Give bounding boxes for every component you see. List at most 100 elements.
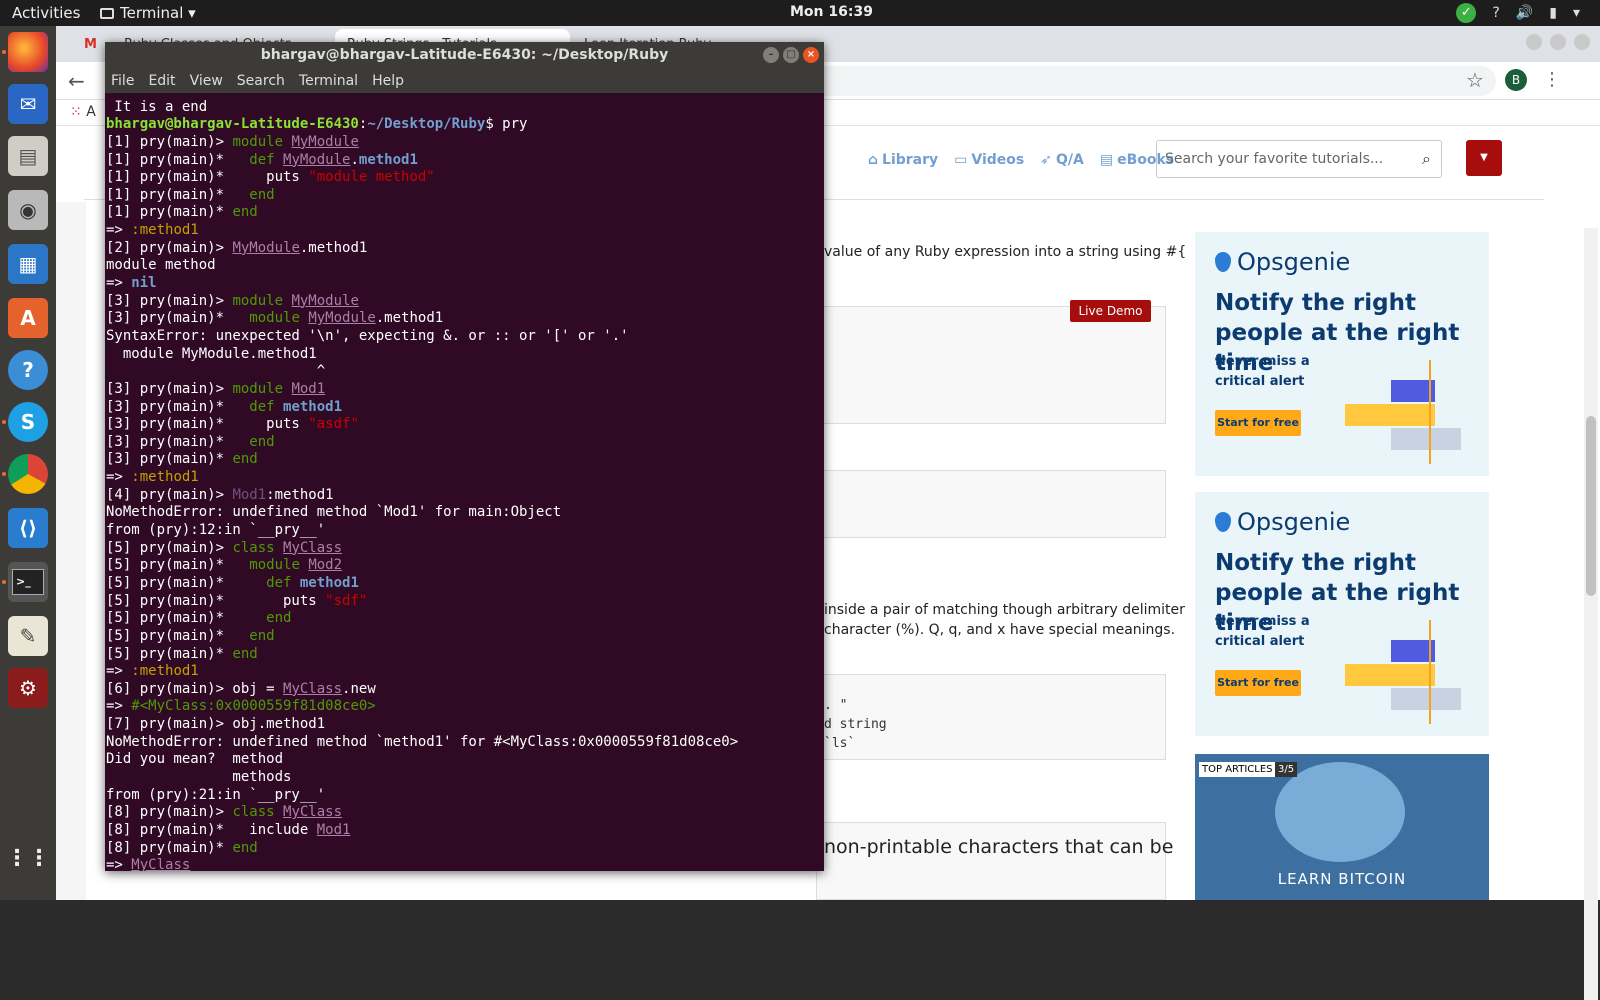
terminal-line: [3] pry(main)* puts "asdf" xyxy=(106,416,359,433)
running-indicator xyxy=(2,420,6,424)
system-tray[interactable]: ✓ ? 🔊 ▮ ▾ xyxy=(1456,3,1580,23)
running-indicator xyxy=(2,472,6,476)
settings-tool-icon[interactable]: ⚙ xyxy=(8,668,48,708)
minimize-button[interactable] xyxy=(1526,34,1542,50)
ad-text: LEARN BITCOIN xyxy=(1277,870,1407,888)
files-icon[interactable]: ▤ xyxy=(8,136,48,176)
maximize-button[interactable] xyxy=(1550,34,1566,50)
library-icon: ⌂ xyxy=(868,152,879,168)
menu-view[interactable]: View xyxy=(190,73,223,89)
video-icon: ▭ xyxy=(954,152,968,168)
app-menu[interactable]: Terminal ▾ xyxy=(100,4,196,22)
avatar[interactable]: B xyxy=(1505,69,1527,91)
paragraph-text: non-printable characters that can be xyxy=(824,836,1174,858)
close-button[interactable] xyxy=(1574,34,1590,50)
paragraph-text: inside a pair of matching though arbitra… xyxy=(824,602,1185,618)
terminal-line: [8] pry(main)* include Mod1 xyxy=(106,821,351,838)
advertisement[interactable]: Opsgenie Notify the right people at the … xyxy=(1195,492,1489,736)
terminal-line: => :method1 xyxy=(106,663,199,680)
ad-graphic-block xyxy=(1391,688,1461,710)
terminal-titlebar[interactable]: bhargav@bhargav-Latitude-E6430: ~/Deskto… xyxy=(105,42,824,69)
chrome-icon[interactable] xyxy=(8,454,48,494)
scrollbar-thumb[interactable] xyxy=(1586,416,1596,596)
activities-button[interactable]: Activities xyxy=(12,4,80,22)
running-indicator xyxy=(2,580,6,584)
terminal-line: [5] pry(main)> class MyClass xyxy=(106,539,343,556)
bitcoin-advertisement[interactable]: TOP ARTICLES 3/5 LEARN BITCOIN xyxy=(1195,754,1489,900)
thunderbird-icon[interactable]: ✉ xyxy=(8,84,48,124)
running-indicator xyxy=(2,50,6,54)
close-button[interactable]: × xyxy=(803,47,819,63)
text-editor-icon[interactable]: ✎ xyxy=(8,616,48,656)
terminal-line: [5] pry(main)* end xyxy=(106,645,258,662)
terminal-line: [3] pry(main)* module MyModule.method1 xyxy=(106,310,444,327)
menu-help[interactable]: Help xyxy=(372,73,404,89)
firefox-icon[interactable] xyxy=(8,32,48,72)
apps-grid-icon[interactable]: ⁙ A xyxy=(70,104,96,120)
terminal-line: => nil xyxy=(106,275,157,292)
terminal-line: [1] pry(main)* end xyxy=(106,204,258,221)
system-menu-arrow-icon[interactable]: ▾ xyxy=(1573,5,1580,21)
help-icon[interactable]: ? xyxy=(1492,5,1499,21)
update-check-icon[interactable]: ✓ xyxy=(1456,3,1477,23)
vscode-icon[interactable]: ⟨⟩ xyxy=(8,508,48,548)
terminal-line: module MyModule.method1 xyxy=(106,345,317,362)
help-dock-icon[interactable]: ? xyxy=(8,350,48,390)
camera-icon[interactable]: ◉ xyxy=(8,190,48,230)
terminal-line: [8] pry(main)> class MyClass xyxy=(106,804,343,821)
clock[interactable]: Mon 16:39 xyxy=(790,4,873,20)
terminal-line: [1] pry(main)> module MyModule xyxy=(106,133,359,150)
menu-search[interactable]: Search xyxy=(237,73,285,89)
ad-subtext: Never miss a critical alert xyxy=(1215,614,1310,649)
search-input[interactable]: Search your favorite tutorials... ⌕ xyxy=(1156,140,1442,178)
bookmark-star-icon[interactable]: ☆ xyxy=(1466,68,1484,92)
ad-cta-button[interactable]: Start for free xyxy=(1215,670,1301,696)
terminal-line: [5] pry(main)* module Mod2 xyxy=(106,557,343,574)
software-center-icon[interactable]: A xyxy=(8,298,48,338)
live-demo-button[interactable]: Live Demo xyxy=(1070,300,1151,322)
page-scrollbar[interactable] xyxy=(1584,228,1598,1000)
article-counter: 3/5 xyxy=(1275,762,1298,777)
nav-qa[interactable]: ➶ Q/A xyxy=(1040,152,1084,168)
back-arrow-icon[interactable]: ← xyxy=(68,69,85,93)
ad-graphic-block xyxy=(1345,664,1435,686)
terminal-icon xyxy=(100,8,114,19)
terminal-line: [5] pry(main)* def method1 xyxy=(106,574,359,591)
terminal-line: => :method1 xyxy=(106,469,199,486)
ad-graphic-pole xyxy=(1429,360,1431,464)
terminal-dock-icon[interactable]: >_ xyxy=(8,562,48,602)
terminal-window[interactable]: bhargav@bhargav-Latitude-E6430: ~/Deskto… xyxy=(105,42,824,871)
writer-icon[interactable]: ▦ xyxy=(8,244,48,284)
menu-terminal[interactable]: Terminal xyxy=(299,73,358,89)
advertisement[interactable]: Opsgenie Notify the right people at the … xyxy=(1195,232,1489,476)
terminal-line: from (pry):21:in `__pry__' xyxy=(106,786,326,803)
top-articles-label: TOP ARTICLES xyxy=(1199,762,1276,777)
ad-cta-button[interactable]: Start for free xyxy=(1215,410,1301,436)
minimize-button[interactable]: – xyxy=(763,47,779,63)
terminal-line: [3] pry(main)* def method1 xyxy=(106,398,343,415)
paragraph-text: character (%). Q, q, and x have special … xyxy=(824,622,1176,638)
menu-file[interactable]: File xyxy=(111,73,134,89)
skype-icon[interactable]: S xyxy=(8,402,48,442)
terminal-line: [3] pry(main)* end xyxy=(106,451,258,468)
battery-icon[interactable]: ▮ xyxy=(1549,5,1557,21)
menu-edit[interactable]: Edit xyxy=(148,73,175,89)
paragraph-text: value of any Ruby expression into a stri… xyxy=(824,244,1187,260)
nav-library[interactable]: ⌂ Library xyxy=(868,152,938,168)
terminal-line: Did you mean? method xyxy=(106,751,284,768)
search-icon[interactable]: ⌕ xyxy=(1422,149,1431,169)
ad-brand: Opsgenie xyxy=(1215,508,1350,536)
browser-menu-icon[interactable]: ⋮ xyxy=(1543,69,1561,90)
terminal-line: [1] pry(main)* def MyModule.method1 xyxy=(106,151,418,168)
terminal-line: => :method1 xyxy=(106,222,199,239)
maximize-button[interactable]: □ xyxy=(783,47,799,63)
terminal-line: [7] pry(main)> obj.method1 xyxy=(106,716,326,733)
show-applications-icon[interactable]: ⋮⋮ xyxy=(6,838,50,878)
dropdown-button[interactable]: ▼ xyxy=(1466,140,1502,176)
terminal-output[interactable]: oo It is a endbhargav@bhargav-Latitude-E… xyxy=(105,93,824,871)
code-line: . " xyxy=(824,698,848,713)
volume-icon[interactable]: 🔊 xyxy=(1516,5,1533,21)
nav-videos[interactable]: ▭ Videos xyxy=(954,152,1024,168)
bitcoin-coin-image xyxy=(1275,762,1405,862)
code-box xyxy=(816,470,1166,538)
